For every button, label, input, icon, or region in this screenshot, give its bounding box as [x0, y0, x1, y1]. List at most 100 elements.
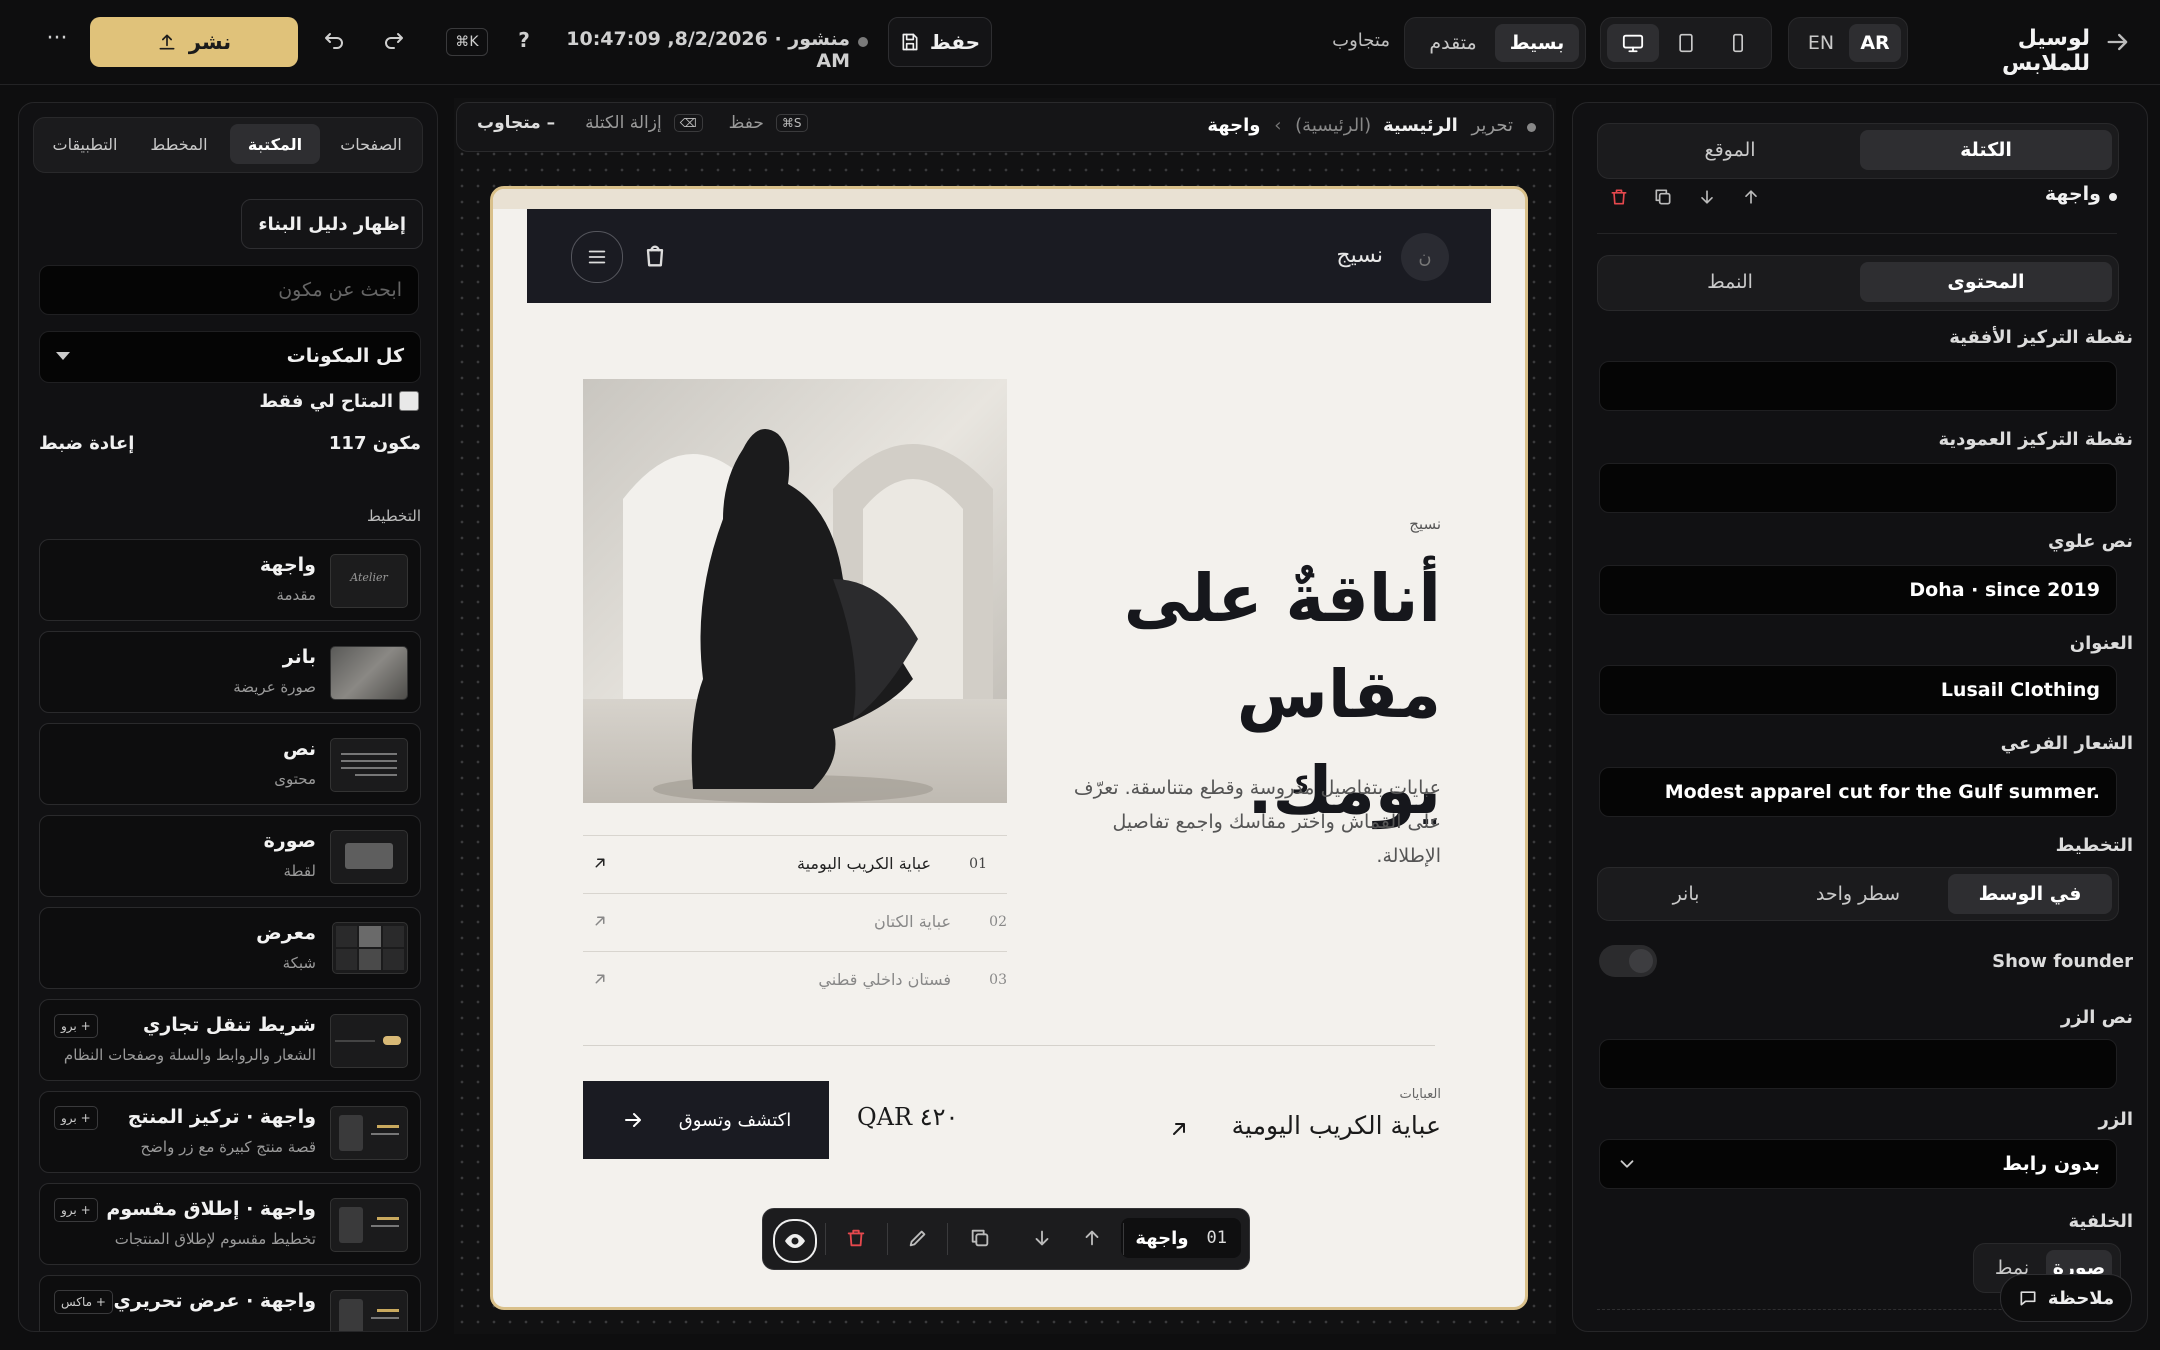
save-button[interactable]: حفظ: [888, 17, 992, 67]
move-up-icon[interactable]: [1081, 1227, 1103, 1249]
layout-switcher: في الوسط سطر واحد بانر: [1597, 867, 2119, 921]
help-button[interactable]: ?: [512, 28, 536, 52]
preview-brand: نسيج: [1336, 243, 1383, 268]
lang-ar-button[interactable]: AR: [1849, 24, 1901, 62]
upload-icon: [157, 32, 177, 52]
tab-style[interactable]: النمط: [1604, 262, 1856, 302]
preview-logo: ن: [1401, 233, 1449, 281]
top-bar: لوسيل للملابس AR EN بسيط متقدم متجاوب حف…: [0, 0, 2160, 85]
preview-navbar[interactable]: ن نسيج: [527, 209, 1491, 303]
library-tabs: الصفحات المكتبة المخطط التطبيقات: [33, 117, 423, 173]
duplicate-icon[interactable]: [1653, 187, 1673, 207]
edit-pencil-icon[interactable]: [907, 1227, 929, 1249]
component-search-input[interactable]: ابحث عن مكون: [39, 265, 419, 315]
product-arrow-icon[interactable]: [1167, 1117, 1191, 1141]
breadcrumb-current: واجهة: [1207, 115, 1261, 136]
back-arrow-icon[interactable]: [2104, 28, 2132, 56]
visibility-eye-icon[interactable]: [773, 1219, 817, 1263]
button-link-select[interactable]: بدون رابط: [1599, 1139, 2117, 1189]
inspector-tabs: الكتلة الموقع: [1597, 123, 2119, 179]
component-card-hero-editorial[interactable]: واجهة · عرض تحريري ماكس +: [39, 1275, 421, 1331]
tab-content[interactable]: المحتوى: [1860, 262, 2112, 302]
card-thumbnail: [330, 1106, 408, 1160]
device-mobile-button[interactable]: [1713, 24, 1763, 62]
redo-icon[interactable]: [382, 30, 406, 54]
undo-icon[interactable]: [322, 30, 346, 54]
breadcrumb-home[interactable]: الرئيسية: [1383, 115, 1458, 136]
component-card-image[interactable]: صورة لقطة: [39, 815, 421, 897]
feedback-button[interactable]: ملاحظة: [2000, 1274, 2132, 1322]
title-input[interactable]: Lusail Clothing: [1599, 665, 2117, 715]
reset-button[interactable]: إعادة ضبط: [39, 433, 134, 454]
mode-simple-button[interactable]: بسيط: [1495, 24, 1579, 62]
arrow-up-right-icon: [591, 854, 609, 872]
button-link-value: بدون رابط: [2002, 1153, 2100, 1175]
component-card-hero-split[interactable]: واجهة · إطلاق مقسوم تخطيط مقسوم لإطلاق ا…: [39, 1183, 421, 1265]
list-item[interactable]: 01 عباية الكريب اليومية: [583, 835, 1007, 893]
component-card-gallery[interactable]: معرض شبكة: [39, 907, 421, 989]
editor-dot: [1527, 123, 1536, 132]
component-card-commerce-nav[interactable]: شريط تنقل تجاري الشعار والروابط والسلة و…: [39, 999, 421, 1081]
duplicate-icon[interactable]: [969, 1227, 991, 1249]
list-item[interactable]: 03 فستان داخلي قطني: [583, 951, 1007, 1009]
more-menu-button[interactable]: ···: [42, 26, 72, 51]
show-guide-button[interactable]: إظهار دليل البناء: [241, 199, 423, 249]
save-label: حفظ: [929, 30, 981, 54]
eyebrow-input[interactable]: Doha · since 2019: [1599, 565, 2117, 615]
layout-banner[interactable]: بانر: [1604, 874, 1768, 914]
tab-block[interactable]: الكتلة: [1860, 130, 2112, 170]
block-toolbar-label[interactable]: واجهة 01: [1121, 1218, 1241, 1258]
list-item[interactable]: 02 عباية الكتان: [583, 893, 1007, 951]
tab-apps[interactable]: التطبيقات: [40, 124, 130, 164]
section-layout-heading: التخطيط: [366, 507, 421, 525]
tab-pages[interactable]: الصفحات: [326, 124, 416, 164]
focal-x-input[interactable]: [1599, 361, 2117, 411]
divider: [1597, 233, 2117, 234]
layout-single-line[interactable]: سطر واحد: [1776, 874, 1940, 914]
component-filter-select[interactable]: كل المكونات: [39, 331, 421, 383]
card-thumbnail: [330, 1290, 408, 1331]
tagline-input[interactable]: Modest apparel cut for the Gulf summer.: [1599, 767, 2117, 817]
delete-icon[interactable]: [845, 1227, 867, 1249]
button-text-input[interactable]: [1599, 1039, 2117, 1089]
move-up-icon[interactable]: [1741, 187, 1761, 207]
card-subtitle: مقدمة: [276, 586, 316, 604]
command-shortcut[interactable]: ⌘K: [446, 28, 488, 56]
responsive-toggle[interactable]: متجاوب –: [477, 113, 555, 133]
layout-centered[interactable]: في الوسط: [1948, 874, 2112, 914]
component-card-banner[interactable]: بانر صورة عريضة: [39, 631, 421, 713]
tab-outline[interactable]: المخطط: [134, 124, 224, 164]
product-name[interactable]: عباية الكريب اليومية: [1232, 1111, 1441, 1140]
move-down-icon[interactable]: [1697, 187, 1717, 207]
delete-icon[interactable]: [1609, 187, 1629, 207]
lang-en-button[interactable]: EN: [1795, 24, 1847, 62]
breadcrumb-sep: ›: [1274, 115, 1282, 136]
focal-y-input[interactable]: [1599, 463, 2117, 513]
save-block-label[interactable]: حفظ: [729, 113, 764, 133]
card-title: نص: [282, 738, 316, 760]
hero-headline-line-1: أناقةٌ على: [1123, 560, 1441, 637]
founder-toggle[interactable]: [1599, 945, 1657, 977]
available-only-checkbox[interactable]: [399, 391, 419, 411]
block-index: 01: [1206, 1228, 1227, 1248]
remove-block-label[interactable]: إزالة الكتلة: [585, 113, 662, 133]
mobile-icon: [1728, 32, 1748, 54]
hero-image: [583, 379, 1007, 803]
filter-value: كل المكونات: [286, 345, 404, 367]
tab-site[interactable]: الموقع: [1604, 130, 1856, 170]
mode-advanced-button[interactable]: متقدم: [1411, 24, 1495, 62]
device-tablet-button[interactable]: [1661, 24, 1711, 62]
cart-icon[interactable]: [641, 242, 669, 270]
menu-button[interactable]: [571, 231, 623, 283]
component-card-hero[interactable]: Atelier واجهة مقدمة: [39, 539, 421, 621]
device-desktop-button[interactable]: [1607, 24, 1659, 62]
shop-cta-button[interactable]: اكتشف وتسوق: [583, 1081, 829, 1159]
component-card-hero-product[interactable]: واجهة · تركيز المنتج قصة منتج كبيرة مع ز…: [39, 1091, 421, 1173]
responsive-label[interactable]: متجاوب: [1300, 30, 1390, 51]
pro-badge: برو +: [54, 1014, 98, 1038]
component-card-text[interactable]: نص محتوى: [39, 723, 421, 805]
move-down-icon[interactable]: [1031, 1227, 1053, 1249]
publish-button[interactable]: نشر: [90, 17, 298, 67]
tab-library[interactable]: المكتبة: [230, 124, 320, 164]
title-label: العنوان: [2069, 633, 2133, 654]
